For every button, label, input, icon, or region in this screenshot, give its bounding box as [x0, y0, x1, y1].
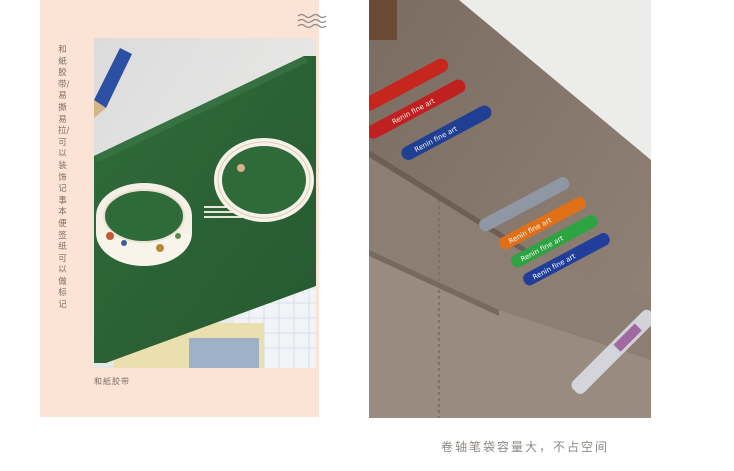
- vertical-description: 和紙胶带/ 易撕易拉/ 可以装饰记事本 便签纸可以做标记: [58, 45, 70, 311]
- wave-ornament-icon: [297, 13, 327, 29]
- pen-roll-photo: Renin fine art Renin fine art Renin fine…: [369, 0, 651, 418]
- page: 和紙胶带/ 易撕易拉/ 可以装饰记事本 便签纸可以做标记 和紙胶带 Renin …: [0, 0, 734, 471]
- tape-caption: 和紙胶带: [94, 377, 130, 386]
- washi-tape-photo: [94, 38, 316, 368]
- footer-caption: 卷轴笔袋容量大，不占空间: [441, 440, 610, 454]
